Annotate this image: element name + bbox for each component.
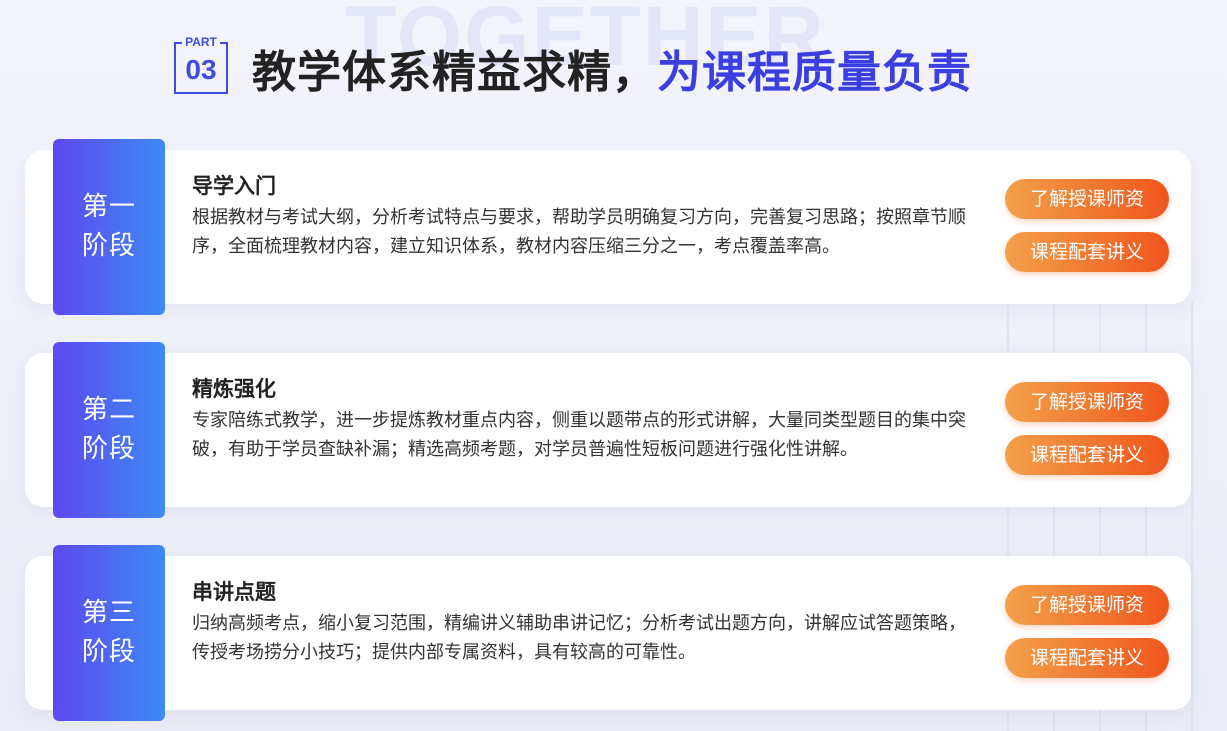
learn-teachers-button[interactable]: 了解授课师资 [1005, 382, 1169, 422]
stage-content: 精炼强化 专家陪练式教学，进一步提炼教材重点内容，侧重以题带点的形式讲解，大量同… [192, 375, 982, 464]
stage-card-1: 第一 阶段 导学入门 根据教材与考试大纲，分析考试特点与要求，帮助学员明确复习方… [25, 139, 1191, 315]
stage-description: 归纳高频考点，缩小复习范围，精编讲义辅助串讲记忆；分析考试出题方向，讲解应试答题… [192, 613, 966, 663]
stage-label-line1: 第三 [81, 598, 136, 628]
stage-label-block: 第二 阶段 [53, 342, 165, 518]
stage-label-line2: 阶段 [81, 231, 136, 261]
part-label: PART [185, 35, 217, 49]
learn-teachers-button[interactable]: 了解授课师资 [1005, 179, 1169, 219]
course-notes-button[interactable]: 课程配套讲义 [1005, 638, 1169, 678]
course-notes-button[interactable]: 课程配套讲义 [1005, 232, 1169, 272]
stage-content: 串讲点题 归纳高频考点，缩小复习范围，精编讲义辅助串讲记忆；分析考试出题方向，讲… [192, 578, 982, 667]
part-badge: PART 03 [174, 35, 228, 94]
stage-label-line2: 阶段 [81, 637, 136, 667]
title-highlight: 为课程质量负责 [657, 47, 972, 98]
part-number: 03 [185, 54, 217, 85]
stage-title: 导学入门 [192, 174, 276, 198]
stage-content: 导学入门 根据教材与考试大纲，分析考试特点与要求，帮助学员明确复习方向，完善复习… [192, 172, 982, 261]
course-notes-button[interactable]: 课程配套讲义 [1005, 435, 1169, 475]
stage-label-line1: 第二 [81, 395, 136, 425]
stage-card-2: 第二 阶段 精炼强化 专家陪练式教学，进一步提炼教材重点内容，侧重以题带点的形式… [25, 342, 1191, 518]
stage-description: 根据教材与考试大纲，分析考试特点与要求，帮助学员明确复习方向，完善复习思路；按照… [192, 207, 966, 257]
learn-teachers-button[interactable]: 了解授课师资 [1005, 585, 1169, 625]
stage-title: 精炼强化 [192, 377, 276, 401]
stage-label-line1: 第一 [81, 192, 136, 222]
stage-label-block: 第一 阶段 [53, 139, 165, 315]
stage-description: 专家陪练式教学，进一步提炼教材重点内容，侧重以题带点的形式讲解，大量同类型题目的… [192, 410, 966, 460]
stage-title: 串讲点题 [192, 580, 276, 604]
page-title: 教学体系精益求精，为课程质量负责 [252, 36, 972, 100]
title-main: 教学体系精益求精， [252, 47, 657, 98]
stage-label-block: 第三 阶段 [53, 545, 165, 721]
section-header: PART 03 教学体系精益求精，为课程质量负责 [174, 35, 972, 98]
stage-card-3: 第三 阶段 串讲点题 归纳高频考点，缩小复习范围，精编讲义辅助串讲记忆；分析考试… [25, 545, 1191, 721]
stage-label-line2: 阶段 [81, 434, 136, 464]
